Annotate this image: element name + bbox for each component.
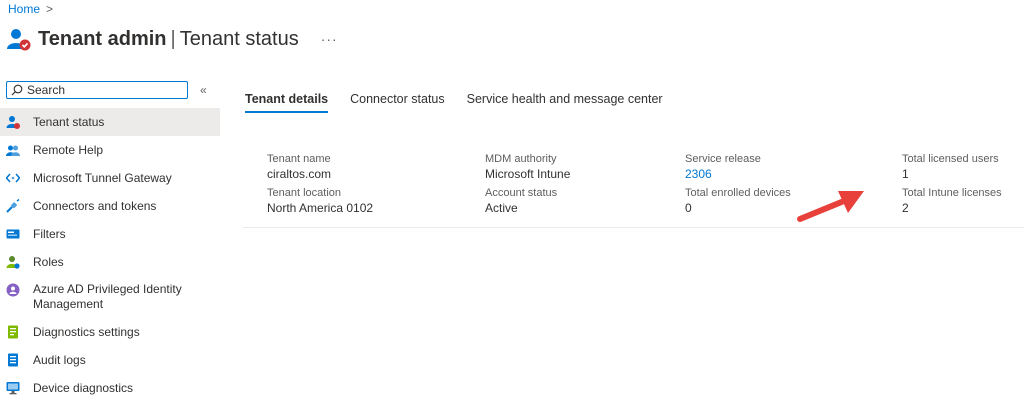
licensed-users-value: 1 <box>902 167 909 181</box>
sidebar-item-device-diagnostics[interactable]: Device diagnostics <box>0 374 220 402</box>
page-title-main: Tenant admin <box>38 27 167 50</box>
audit-logs-icon <box>6 353 20 367</box>
account-status-field: Account status Active <box>485 187 557 216</box>
sidebar-item-label: Connectors and tokens <box>33 198 157 213</box>
page-title-separator: | <box>170 27 176 50</box>
service-release-field: Service release 2306 <box>685 153 761 182</box>
search-box[interactable] <box>6 81 188 99</box>
sidebar-item-label: Tenant status <box>33 114 105 129</box>
sidebar-item-label: Audit logs <box>33 352 86 367</box>
enrolled-devices-field: Total enrolled devices 0 <box>685 187 791 216</box>
tenant-status-icon <box>6 115 20 129</box>
sidebar-item-roles[interactable]: Roles <box>0 248 220 276</box>
search-icon <box>11 84 23 96</box>
pim-icon <box>6 283 20 297</box>
tab-service-health[interactable]: Service health and message center <box>467 92 663 113</box>
breadcrumb-separator: > <box>46 2 54 16</box>
diagnostics-settings-icon <box>6 325 20 339</box>
sidebar-item-microsoft-tunnel-gateway[interactable]: Microsoft Tunnel Gateway <box>0 164 220 192</box>
sidebar-nav: Tenant status Remote Help Microsoft Tunn… <box>0 108 220 402</box>
sidebar-item-label: Device diagnostics <box>33 380 134 395</box>
sidebar-item-azure-ad-pim[interactable]: Azure AD Privileged Identity Management <box>0 276 220 318</box>
intune-licenses-field: Total Intune licenses 2 <box>902 187 1002 216</box>
mdm-authority-field: MDM authority Microsoft Intune <box>485 153 570 182</box>
page-title: Tenant admin | Tenant status <box>38 28 299 51</box>
sidebar-item-remote-help[interactable]: Remote Help <box>0 136 220 164</box>
page-title-sub: Tenant status <box>179 27 299 50</box>
device-diagnostics-icon <box>6 381 20 395</box>
sidebar-item-connectors-and-tokens[interactable]: Connectors and tokens <box>0 192 220 220</box>
account-status-value: Active <box>485 201 518 215</box>
tenant-location-field: Tenant location North America 0102 <box>267 187 373 216</box>
sidebar-item-label: Azure AD Privileged Identity Management <box>33 282 182 311</box>
mdm-authority-value: Microsoft Intune <box>485 167 571 181</box>
tenant-name-label: Tenant name <box>267 153 331 165</box>
tenant-admin-icon <box>7 29 31 51</box>
sidebar-item-filters[interactable]: Filters <box>0 220 220 248</box>
tenant-name-value: ciraltos.com <box>267 167 332 181</box>
remote-help-icon <box>6 143 20 157</box>
account-status-label: Account status <box>485 187 558 199</box>
sidebar-item-label: Roles <box>33 254 64 269</box>
licensed-users-field: Total licensed users 1 <box>902 153 999 182</box>
tenant-location-label: Tenant location <box>267 187 341 199</box>
sidebar-item-label: Diagnostics settings <box>33 324 140 339</box>
tunnel-gateway-icon <box>6 171 20 185</box>
sidebar-item-tenant-status[interactable]: Tenant status <box>0 108 220 136</box>
sidebar-item-audit-logs[interactable]: Audit logs <box>0 346 220 374</box>
more-options-icon[interactable]: ··· <box>321 31 338 47</box>
tenant-location-value: North America 0102 <box>267 201 374 215</box>
mdm-authority-label: MDM authority <box>485 153 557 165</box>
tenant-details-panel: Tenant name ciraltos.com Tenant location… <box>243 144 1024 228</box>
annotation-arrow-icon <box>797 191 864 222</box>
service-release-label: Service release <box>685 153 761 165</box>
intune-licenses-label: Total Intune licenses <box>902 187 1002 199</box>
breadcrumb-home-link[interactable]: Home <box>8 2 40 16</box>
licensed-users-label: Total licensed users <box>902 153 999 165</box>
collapse-sidebar-icon[interactable]: « <box>200 83 207 97</box>
service-release-link[interactable]: 2306 <box>685 167 761 182</box>
enrolled-devices-label: Total enrolled devices <box>685 187 791 199</box>
tab-tenant-details[interactable]: Tenant details <box>245 92 329 113</box>
page-header: Tenant admin | Tenant status ··· <box>6 26 338 52</box>
search-input[interactable] <box>27 83 177 97</box>
enrolled-devices-value: 0 <box>685 201 692 215</box>
sidebar-item-label: Microsoft Tunnel Gateway <box>33 170 172 185</box>
connectors-icon <box>6 199 20 213</box>
breadcrumb: Home > <box>8 2 53 16</box>
tenant-name-field: Tenant name ciraltos.com <box>267 153 331 182</box>
intune-licenses-value: 2 <box>902 201 909 215</box>
sidebar-item-label: Remote Help <box>33 142 104 157</box>
tab-connector-status[interactable]: Connector status <box>350 92 445 113</box>
filters-icon <box>6 227 20 241</box>
roles-icon <box>6 255 20 269</box>
sidebar-item-diagnostics-settings[interactable]: Diagnostics settings <box>0 318 220 346</box>
sidebar-item-label: Filters <box>33 226 66 241</box>
tab-bar: Tenant details Connector status Service … <box>245 92 685 113</box>
